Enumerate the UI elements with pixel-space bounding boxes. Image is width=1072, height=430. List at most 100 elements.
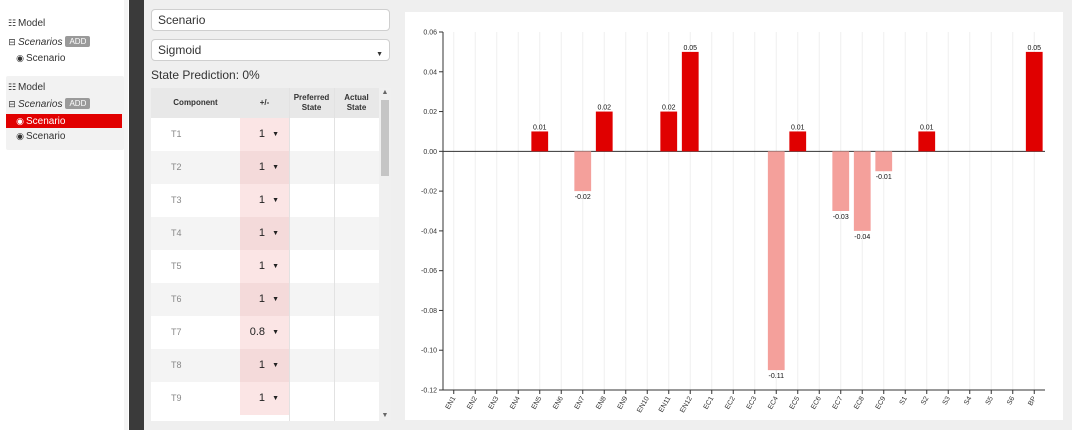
plusminus-select[interactable]: 1 ▼ — [240, 184, 289, 217]
caret-down-icon: ▼ — [272, 131, 279, 138]
table-header: Component +/- Preferred State Actual Sta… — [151, 88, 379, 118]
table-row: T7 0.8 ▼ — [151, 316, 379, 349]
collapse-icon[interactable]: ⊟ — [6, 97, 18, 111]
y-tick-label: -0.02 — [421, 189, 437, 196]
data-label: -0.03 — [833, 214, 849, 221]
model-group-2: ☷ Model ⊟ Scenarios ADD ◉ Scenario ◉ Scenario — [6, 76, 124, 150]
tree-item-scenario[interactable]: ◉ Scenario — [14, 129, 65, 143]
bar — [1025, 51, 1043, 152]
x-tick-label: EC1 — [703, 395, 716, 410]
data-label: -0.02 — [575, 194, 591, 201]
data-label: 0.02 — [597, 105, 611, 112]
bar — [853, 151, 871, 231]
table-row: T9 1 ▼ — [151, 382, 379, 415]
x-tick-label: EN8 — [595, 395, 608, 410]
x-tick-label: EN2 — [466, 395, 479, 410]
x-tick-label: EC5 — [789, 395, 802, 410]
app-root: ☷ Model ⊟ Scenarios ADD ◉ Scenario ☷ Model ⊟ S… — [0, 0, 1072, 430]
bar — [531, 131, 549, 152]
table-row: T8 1 ▼ — [151, 349, 379, 382]
resize-handle[interactable] — [129, 0, 144, 430]
x-tick-label: S2 — [920, 395, 930, 406]
sitemap-icon: ☷ — [7, 82, 17, 92]
x-tick-label: S1 — [899, 395, 909, 406]
bar — [767, 151, 785, 371]
data-label: 0.02 — [662, 105, 676, 112]
bar — [595, 111, 613, 152]
tree-item-scenarios[interactable]: ⊟ Scenarios ADD — [6, 97, 91, 111]
x-tick-label: EN10 — [636, 395, 651, 414]
header-preferred-state[interactable]: Preferred State — [289, 88, 334, 118]
plusminus-select[interactable]: 1 ▼ — [240, 250, 289, 283]
tree-item-scenario-selected[interactable]: ◉ Scenario — [6, 114, 122, 128]
plusminus-select[interactable]: 1 ▼ — [240, 151, 289, 184]
y-tick-label: -0.06 — [421, 268, 437, 275]
scenario-name-input[interactable]: Scenario — [151, 9, 390, 31]
panel-divider — [124, 0, 128, 430]
caret-down-icon: ▼ — [272, 329, 279, 336]
caret-down-icon: ▼ — [272, 197, 279, 204]
scroll-up-icon[interactable]: ▲ — [379, 89, 391, 96]
collapse-icon[interactable]: ⊟ — [6, 35, 18, 49]
x-tick-label: EC4 — [767, 395, 780, 410]
bar — [789, 131, 807, 152]
x-tick-label: EC9 — [875, 395, 888, 410]
table-row: T1 1 ▼ — [151, 118, 379, 151]
tree-item-model[interactable]: ☷ Model — [6, 80, 45, 94]
x-tick-label: EN5 — [531, 395, 544, 410]
bar — [681, 51, 699, 152]
data-label: 0.01 — [533, 124, 547, 131]
y-tick-label: -0.04 — [421, 228, 437, 235]
data-label: 0.01 — [920, 124, 934, 131]
y-tick-label: 0.04 — [423, 69, 437, 76]
add-scenario-button[interactable]: ADD — [65, 98, 91, 109]
x-tick-label: EN1 — [445, 395, 458, 410]
table-scrollbar[interactable]: ▲ ▼ — [379, 88, 391, 421]
y-tick-label: -0.10 — [421, 348, 437, 355]
table-row: T3 1 ▼ — [151, 184, 379, 217]
x-tick-label: EN11 — [658, 395, 673, 413]
function-select[interactable]: Sigmoid ▼ — [151, 39, 390, 61]
header-component[interactable]: Component — [151, 88, 240, 118]
play-circle-icon: ◉ — [16, 131, 24, 141]
plusminus-select[interactable]: 1 ▼ — [240, 217, 289, 250]
x-tick-label: EN9 — [617, 395, 630, 410]
tree-item-scenario[interactable]: ◉ Scenario — [14, 51, 65, 65]
x-tick-label: S3 — [942, 395, 952, 406]
caret-down-icon: ▼ — [272, 164, 279, 171]
plusminus-select[interactable]: 1 ▼ — [240, 118, 289, 151]
data-label: 0.05 — [683, 45, 697, 52]
x-tick-label: EC7 — [832, 395, 845, 410]
bar-chart-svg: 0.06 0.04 0.02 0.00 -0.02 -0.04 -0.06 -0.08 -0.1… — [421, 30, 1045, 414]
header-actual-state[interactable]: Actual State — [334, 88, 379, 118]
y-tick-label: 0.06 — [423, 30, 437, 37]
caret-down-icon: ▼ — [272, 296, 279, 303]
tree-item-model[interactable]: ☷ Model — [6, 16, 45, 30]
caret-down-icon: ▼ — [272, 362, 279, 369]
play-circle-icon: ◉ — [16, 116, 24, 126]
bar — [875, 151, 893, 172]
scrollbar-thumb[interactable] — [381, 100, 389, 176]
column-divider — [289, 88, 290, 421]
y-tick-label: -0.12 — [421, 388, 437, 395]
plusminus-select[interactable]: 0.8 ▼ — [240, 316, 289, 349]
tree-item-scenarios[interactable]: ⊟ Scenarios ADD — [6, 35, 91, 49]
data-label: -0.01 — [876, 174, 892, 181]
plusminus-select[interactable]: 1 ▼ — [240, 283, 289, 316]
scroll-down-icon[interactable]: ▼ — [379, 412, 391, 419]
x-tick-label: EC2 — [724, 395, 737, 410]
header-plusminus[interactable]: +/- — [240, 88, 289, 118]
plusminus-select[interactable]: 1 ▼ — [240, 382, 289, 415]
bar — [832, 151, 850, 211]
plusminus-select[interactable]: 1 ▼ — [240, 349, 289, 382]
caret-down-icon: ▼ — [272, 263, 279, 270]
data-label: 0.05 — [1027, 45, 1041, 52]
model-tree: ☷ Model ⊟ Scenarios ADD ◉ Scenario ☷ Model ⊟ S… — [0, 0, 128, 430]
x-tick-label: S6 — [1006, 395, 1016, 406]
y-tick-label: 0.00 — [423, 149, 437, 156]
table-row: T6 1 ▼ — [151, 283, 379, 316]
caret-down-icon: ▼ — [272, 230, 279, 237]
add-scenario-button[interactable]: ADD — [65, 36, 91, 47]
x-tick-label: EN12 — [679, 395, 694, 414]
x-tick-label: S4 — [963, 395, 973, 406]
